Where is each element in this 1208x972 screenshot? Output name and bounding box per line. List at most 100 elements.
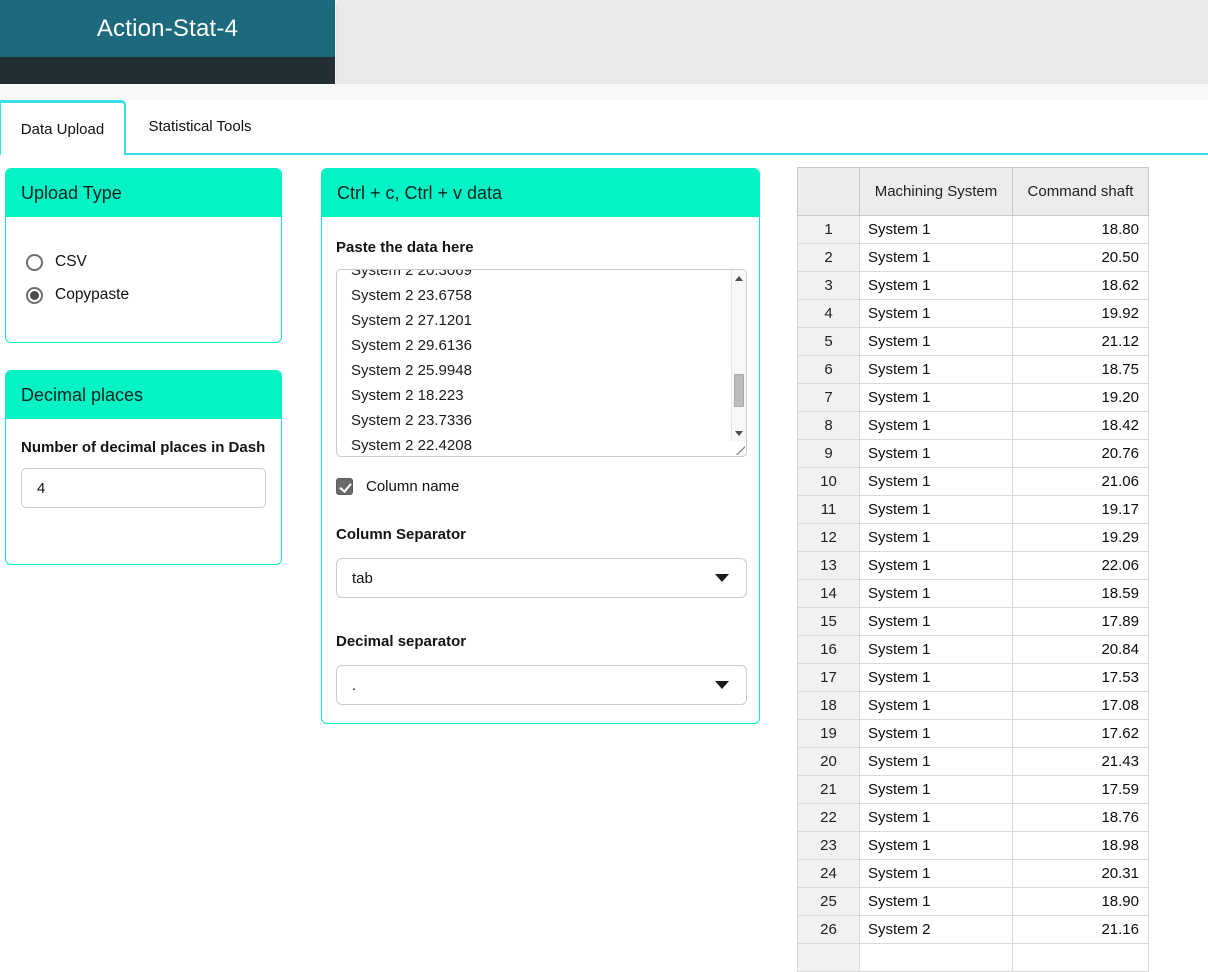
table-row: 17 System 1 17.53 [797,663,1149,692]
upload-type-options: CSV Copypaste [6,217,281,304]
tab-statistical-tools[interactable]: Statistical Tools [126,100,274,153]
row-index-cell: 25 [797,887,860,916]
table-row: 3 System 1 18.62 [797,271,1149,300]
row-index-cell: 11 [797,495,860,524]
value-cell: 18.42 [1012,411,1149,440]
tab-bar-rest: Statistical Tools [126,100,1208,155]
system-cell: System 1 [859,383,1013,412]
scroll-down-icon [735,430,743,436]
row-index-cell: 10 [797,467,860,496]
column-name-label: Column name [366,478,460,495]
chevron-down-icon [715,574,729,582]
data-table: Machining System Command shaft 1 System 1… [797,167,1149,972]
table-row: 23 System 1 18.98 [797,831,1149,860]
column-name-checkbox[interactable] [336,478,353,495]
table-row: 5 System 1 21.12 [797,327,1149,356]
csv-radio-icon[interactable] [26,253,43,271]
decimal-separator-select[interactable]: . [336,665,747,705]
scroll-down-button[interactable] [732,426,746,440]
system-cell: System 1 [859,803,1013,832]
system-cell: System 1 [859,551,1013,580]
system-cell: System 1 [859,495,1013,524]
row-index-cell: 21 [797,775,860,804]
system-cell: System 2 [859,915,1013,944]
radio-option-copypaste[interactable]: Copypaste [26,286,261,304]
upload-type-title: Upload Type [21,182,122,203]
row-index-cell: 2 [797,243,860,272]
table-row: 12 System 1 19.29 [797,523,1149,552]
resize-grip-icon[interactable] [734,444,745,455]
table-row: 15 System 1 17.89 [797,607,1149,636]
scroll-up-icon [735,275,743,281]
copypaste-radio-icon[interactable] [26,286,43,304]
system-cell: System 1 [859,271,1013,300]
paste-textarea-content: System 2 20.3069 System 2 23.6758 System… [351,269,472,454]
table-row: 4 System 1 19.92 [797,299,1149,328]
decimal-places-input[interactable] [21,468,266,508]
table-row: 13 System 1 22.06 [797,551,1149,580]
table-row: 24 System 1 20.31 [797,859,1149,888]
column-name-option[interactable]: Column name [336,478,745,495]
value-cell: 18.62 [1012,271,1149,300]
tab-data-upload-label: Data Upload [20,120,105,138]
paste-textarea[interactable]: System 2 20.3069 System 2 23.6758 System… [336,269,747,457]
table-row: 11 System 1 19.17 [797,495,1149,524]
column-separator-select[interactable]: tab [336,558,747,598]
row-index-cell: 12 [797,523,860,552]
value-cell: 20.84 [1012,635,1149,664]
row-index-cell: 7 [797,383,860,412]
paste-here-label: Paste the data here [336,239,474,256]
table-row: 10 System 1 21.06 [797,467,1149,496]
value-cell: 20.50 [1012,243,1149,272]
row-index-cell: 18 [797,691,860,720]
empty-cell [797,943,860,972]
page: Action-Stat-4 Data Upload Statistical To… [0,0,1208,972]
system-cell: System 1 [859,579,1013,608]
value-cell: 19.29 [1012,523,1149,552]
paste-data-header: Ctrl + c, Ctrl + v data [322,169,759,217]
scroll-up-button[interactable] [732,271,746,285]
textarea-scrollbar[interactable] [731,270,746,441]
system-cell: System 1 [859,887,1013,916]
value-cell: 20.31 [1012,859,1149,888]
row-index-cell: 6 [797,355,860,384]
table-row: 22 System 1 18.76 [797,803,1149,832]
command-shaft-header: Command shaft [1012,167,1149,216]
value-cell: 21.12 [1012,327,1149,356]
system-cell: System 1 [859,439,1013,468]
tab-data-upload[interactable]: Data Upload [0,100,126,155]
index-header-cell [797,167,860,216]
machining-system-header: Machining System [859,167,1013,216]
header-gray-panel [337,0,1208,84]
table-row: 19 System 1 17.62 [797,719,1149,748]
system-cell: System 1 [859,215,1013,244]
app-header: Action-Stat-4 [0,0,335,57]
value-cell: 22.06 [1012,551,1149,580]
csv-radio-label: CSV [55,253,87,270]
subheader-strip [0,84,1208,100]
value-cell: 21.06 [1012,467,1149,496]
system-cell: System 1 [859,327,1013,356]
value-cell: 17.59 [1012,775,1149,804]
table-row: 18 System 1 17.08 [797,691,1149,720]
value-cell: 18.98 [1012,831,1149,860]
row-index-cell: 5 [797,327,860,356]
tab-statistical-tools-label: Statistical Tools [148,118,252,135]
row-index-cell: 4 [797,299,860,328]
radio-option-csv[interactable]: CSV [26,253,261,271]
system-cell: System 1 [859,523,1013,552]
decimal-places-label: Number of decimal places in Dash [21,439,266,456]
upload-type-card: Upload Type CSV Copypaste [5,168,282,343]
scrollbar-thumb[interactable] [734,374,744,407]
value-cell: 17.89 [1012,607,1149,636]
table-body: 1 System 1 18.80 2 System 1 20.50 3 System 1 18.… [797,215,1149,972]
row-index-cell: 26 [797,915,860,944]
value-cell: 18.90 [1012,887,1149,916]
column-separator-label: Column Separator [336,526,467,543]
column-separator-value: tab [352,569,373,587]
value-cell: 21.43 [1012,747,1149,776]
row-index-cell: 15 [797,607,860,636]
empty-cell [1012,943,1149,972]
system-cell: System 1 [859,747,1013,776]
system-cell: System 1 [859,663,1013,692]
